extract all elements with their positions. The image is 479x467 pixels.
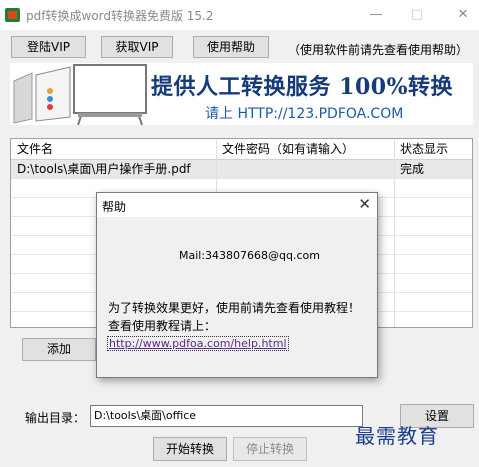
- stop-convert-button: 停止转换: [233, 437, 307, 461]
- dialog-tutorial-prompt: 查看使用教程请上：: [108, 319, 217, 333]
- dialog-tutorial-notice: 为了转换效果更好，使用前请先查看使用教程！: [108, 301, 361, 315]
- get-vip-button[interactable]: 获取VIP: [101, 36, 173, 58]
- column-header-password[interactable]: 文件密码（如有请输入）: [222, 139, 354, 159]
- whiteboard-illustration-icon: [13, 64, 147, 125]
- minimize-button[interactable]: —: [363, 4, 389, 26]
- help-button[interactable]: 使用帮助: [193, 36, 269, 58]
- column-header-filename[interactable]: 文件名: [17, 139, 53, 159]
- promo-banner: 提供人工转换服务 100%转换 请上 HTTP://123.PDFOA.COM: [10, 63, 473, 125]
- table-cell-file: D:\tools\桌面\用户操作手册.pdf: [17, 162, 191, 176]
- close-button[interactable]: ✕: [450, 4, 476, 26]
- table-cell-status: 完成: [400, 162, 425, 176]
- help-dialog: 帮助 ✕ Mail:343807668@qq.com 为了转换效果更好，使用前请…: [96, 192, 378, 378]
- title-bar: pdf转换成word转换器免费版 15.2 — □ ✕: [0, 0, 479, 30]
- dialog-close-icon[interactable]: ✕: [358, 195, 371, 213]
- watermark-text: 最需教育: [355, 424, 439, 448]
- column-header-status[interactable]: 状态显示: [400, 139, 448, 159]
- dialog-title-bar: 帮助 ✕: [97, 193, 377, 217]
- add-button[interactable]: 添加: [22, 338, 96, 361]
- dialog-title: 帮助: [102, 200, 127, 214]
- banner-url: 请上 HTTP://123.PDFOA.COM: [205, 106, 404, 122]
- help-hint: （使用软件前请先查看使用帮助）: [288, 43, 469, 57]
- maximize-button[interactable]: □: [404, 4, 430, 26]
- login-vip-button[interactable]: 登陆VIP: [11, 36, 86, 58]
- start-convert-button[interactable]: 开始转换: [153, 437, 227, 461]
- dialog-mail: Mail:343807668@qq.com: [179, 249, 320, 262]
- output-dir-input[interactable]: D:\tools\桌面\office: [90, 405, 363, 427]
- banner-headline: 提供人工转换服务 100%转换: [151, 74, 453, 100]
- window-title: pdf转换成word转换器免费版 15.2: [26, 9, 214, 23]
- help-link[interactable]: http://www.pdfoa.com/help.html: [107, 336, 289, 351]
- output-dir-label: 输出目录：: [25, 411, 86, 425]
- app-icon: [5, 8, 20, 22]
